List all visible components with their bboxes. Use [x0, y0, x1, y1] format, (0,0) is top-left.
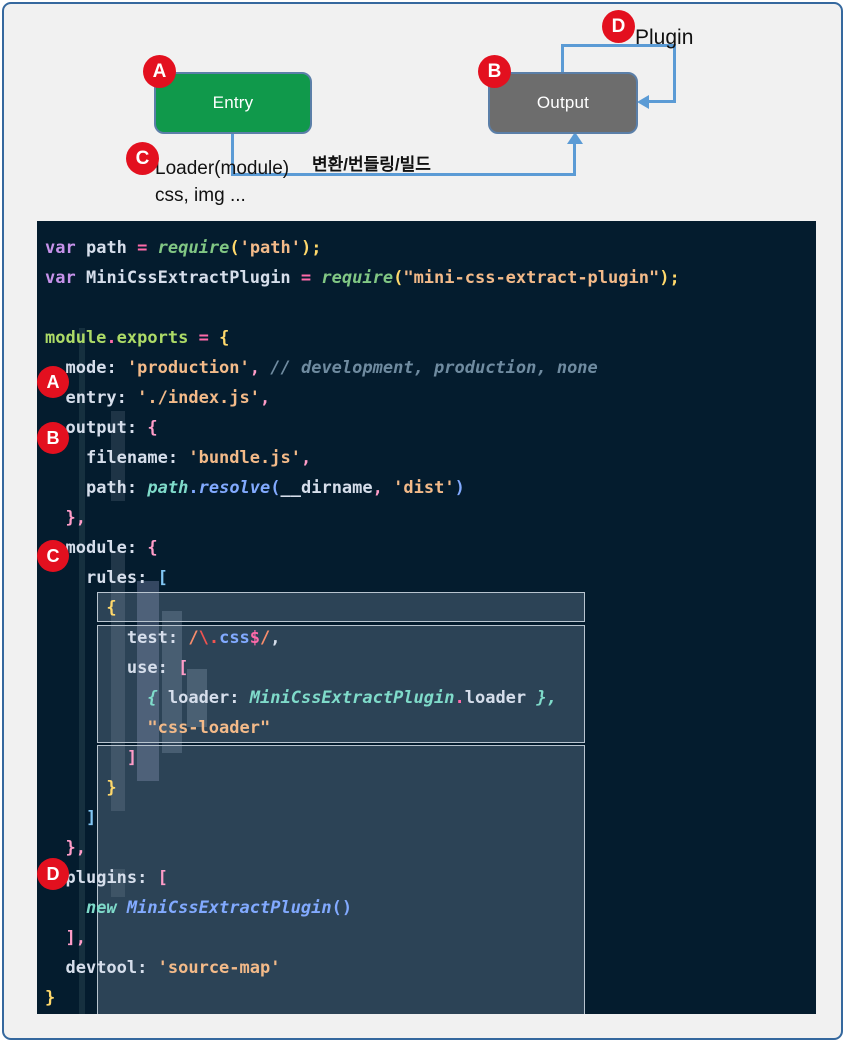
code-line-23: new MiniCssExtractPlugin() — [85, 898, 353, 918]
connector-plugin-up — [561, 44, 564, 74]
diagram-label-build: 변환/번들링/빌드 — [312, 155, 431, 174]
code-line-1: var path = require('path'); — [45, 238, 322, 258]
arrowhead-into-output-side-icon — [637, 95, 649, 109]
diagram-node-output-label: Output — [536, 93, 590, 112]
code-line-19: } — [106, 778, 117, 798]
diagram-badge-b: B — [478, 55, 511, 88]
code-line-7: output: { — [65, 418, 158, 438]
code-line-16: { loader: MiniCssExtractPlugin.loader }, — [147, 688, 557, 708]
diagram-node-entry-label: Entry — [212, 93, 254, 112]
code-line-21: }, — [65, 838, 86, 858]
code-line-18: ] — [126, 748, 138, 768]
screenshot-root: Entry Output A B C D Plugin Loader(modul… — [0, 0, 845, 1042]
code-line-22: plugins: [ — [65, 868, 168, 888]
code-line-13: { — [106, 598, 117, 618]
code-line-17: "css-loader" — [147, 718, 271, 738]
diagram-badge-a: A — [143, 55, 176, 88]
code-line-15: use: [ — [126, 658, 189, 678]
code-line-20: ] — [85, 808, 97, 828]
code-line-9: path: path.resolve(__dirname, 'dist') — [85, 478, 465, 498]
diagram-label-plugin: Plugin — [635, 26, 694, 49]
code-line-12: rules: [ — [85, 568, 168, 588]
code-badge-b-letter: B — [46, 427, 60, 448]
diagram-node-output[interactable]: Output — [488, 72, 638, 134]
code-line-26: } — [45, 988, 56, 1008]
code-badge-c: C — [37, 540, 69, 572]
connector-output-riser — [573, 142, 576, 176]
code-badge-a-letter: A — [46, 371, 60, 392]
code-editor-pane[interactable]: var path = require('path'); var MiniCssE… — [37, 221, 816, 1014]
code-badge-c-letter: C — [46, 545, 60, 566]
connector-plugin-in — [649, 100, 676, 103]
code-lines: var path = require('path'); var MiniCssE… — [37, 233, 816, 1013]
diagram-badge-a-letter: A — [152, 60, 167, 82]
code-line-6: entry: './index.js', — [65, 388, 271, 408]
code-line-25: devtool: 'source-map' — [65, 958, 281, 978]
code-line-2: var MiniCssExtractPlugin = require("mini… — [45, 268, 680, 288]
code-badge-d: D — [37, 858, 69, 890]
diagram-badge-d: D — [602, 10, 635, 43]
diagram-label-assets: css, img ... — [155, 185, 246, 206]
diagram-badge-d-letter: D — [611, 15, 626, 37]
code-badge-a: A — [37, 366, 69, 398]
code-badge-b: B — [37, 422, 69, 454]
code-badge-d-letter: D — [46, 863, 60, 884]
code-line-11: module: { — [65, 538, 158, 558]
outer-frame: Entry Output A B C D Plugin Loader(modul… — [2, 2, 843, 1040]
code-line-14: test: /\.css$/, — [126, 628, 281, 648]
code-line-8: filename: 'bundle.js', — [85, 448, 312, 468]
diagram-badge-c-letter: C — [135, 147, 150, 169]
connector-plugin-right — [673, 44, 676, 102]
code-line-24: ], — [65, 928, 86, 948]
diagram-label-loader: Loader(module) — [155, 158, 290, 179]
diagram-badge-c: C — [126, 142, 159, 175]
diagram-badge-b-letter: B — [487, 60, 502, 82]
diagram-node-entry[interactable]: Entry — [154, 72, 312, 134]
code-line-5: mode: 'production', // development, prod… — [65, 358, 598, 378]
code-line-10: }, — [65, 508, 86, 528]
webpack-flow-diagram: Entry Output A B C D Plugin Loader(modul… — [4, 4, 841, 211]
code-line-4: module.exports = { — [45, 328, 230, 348]
